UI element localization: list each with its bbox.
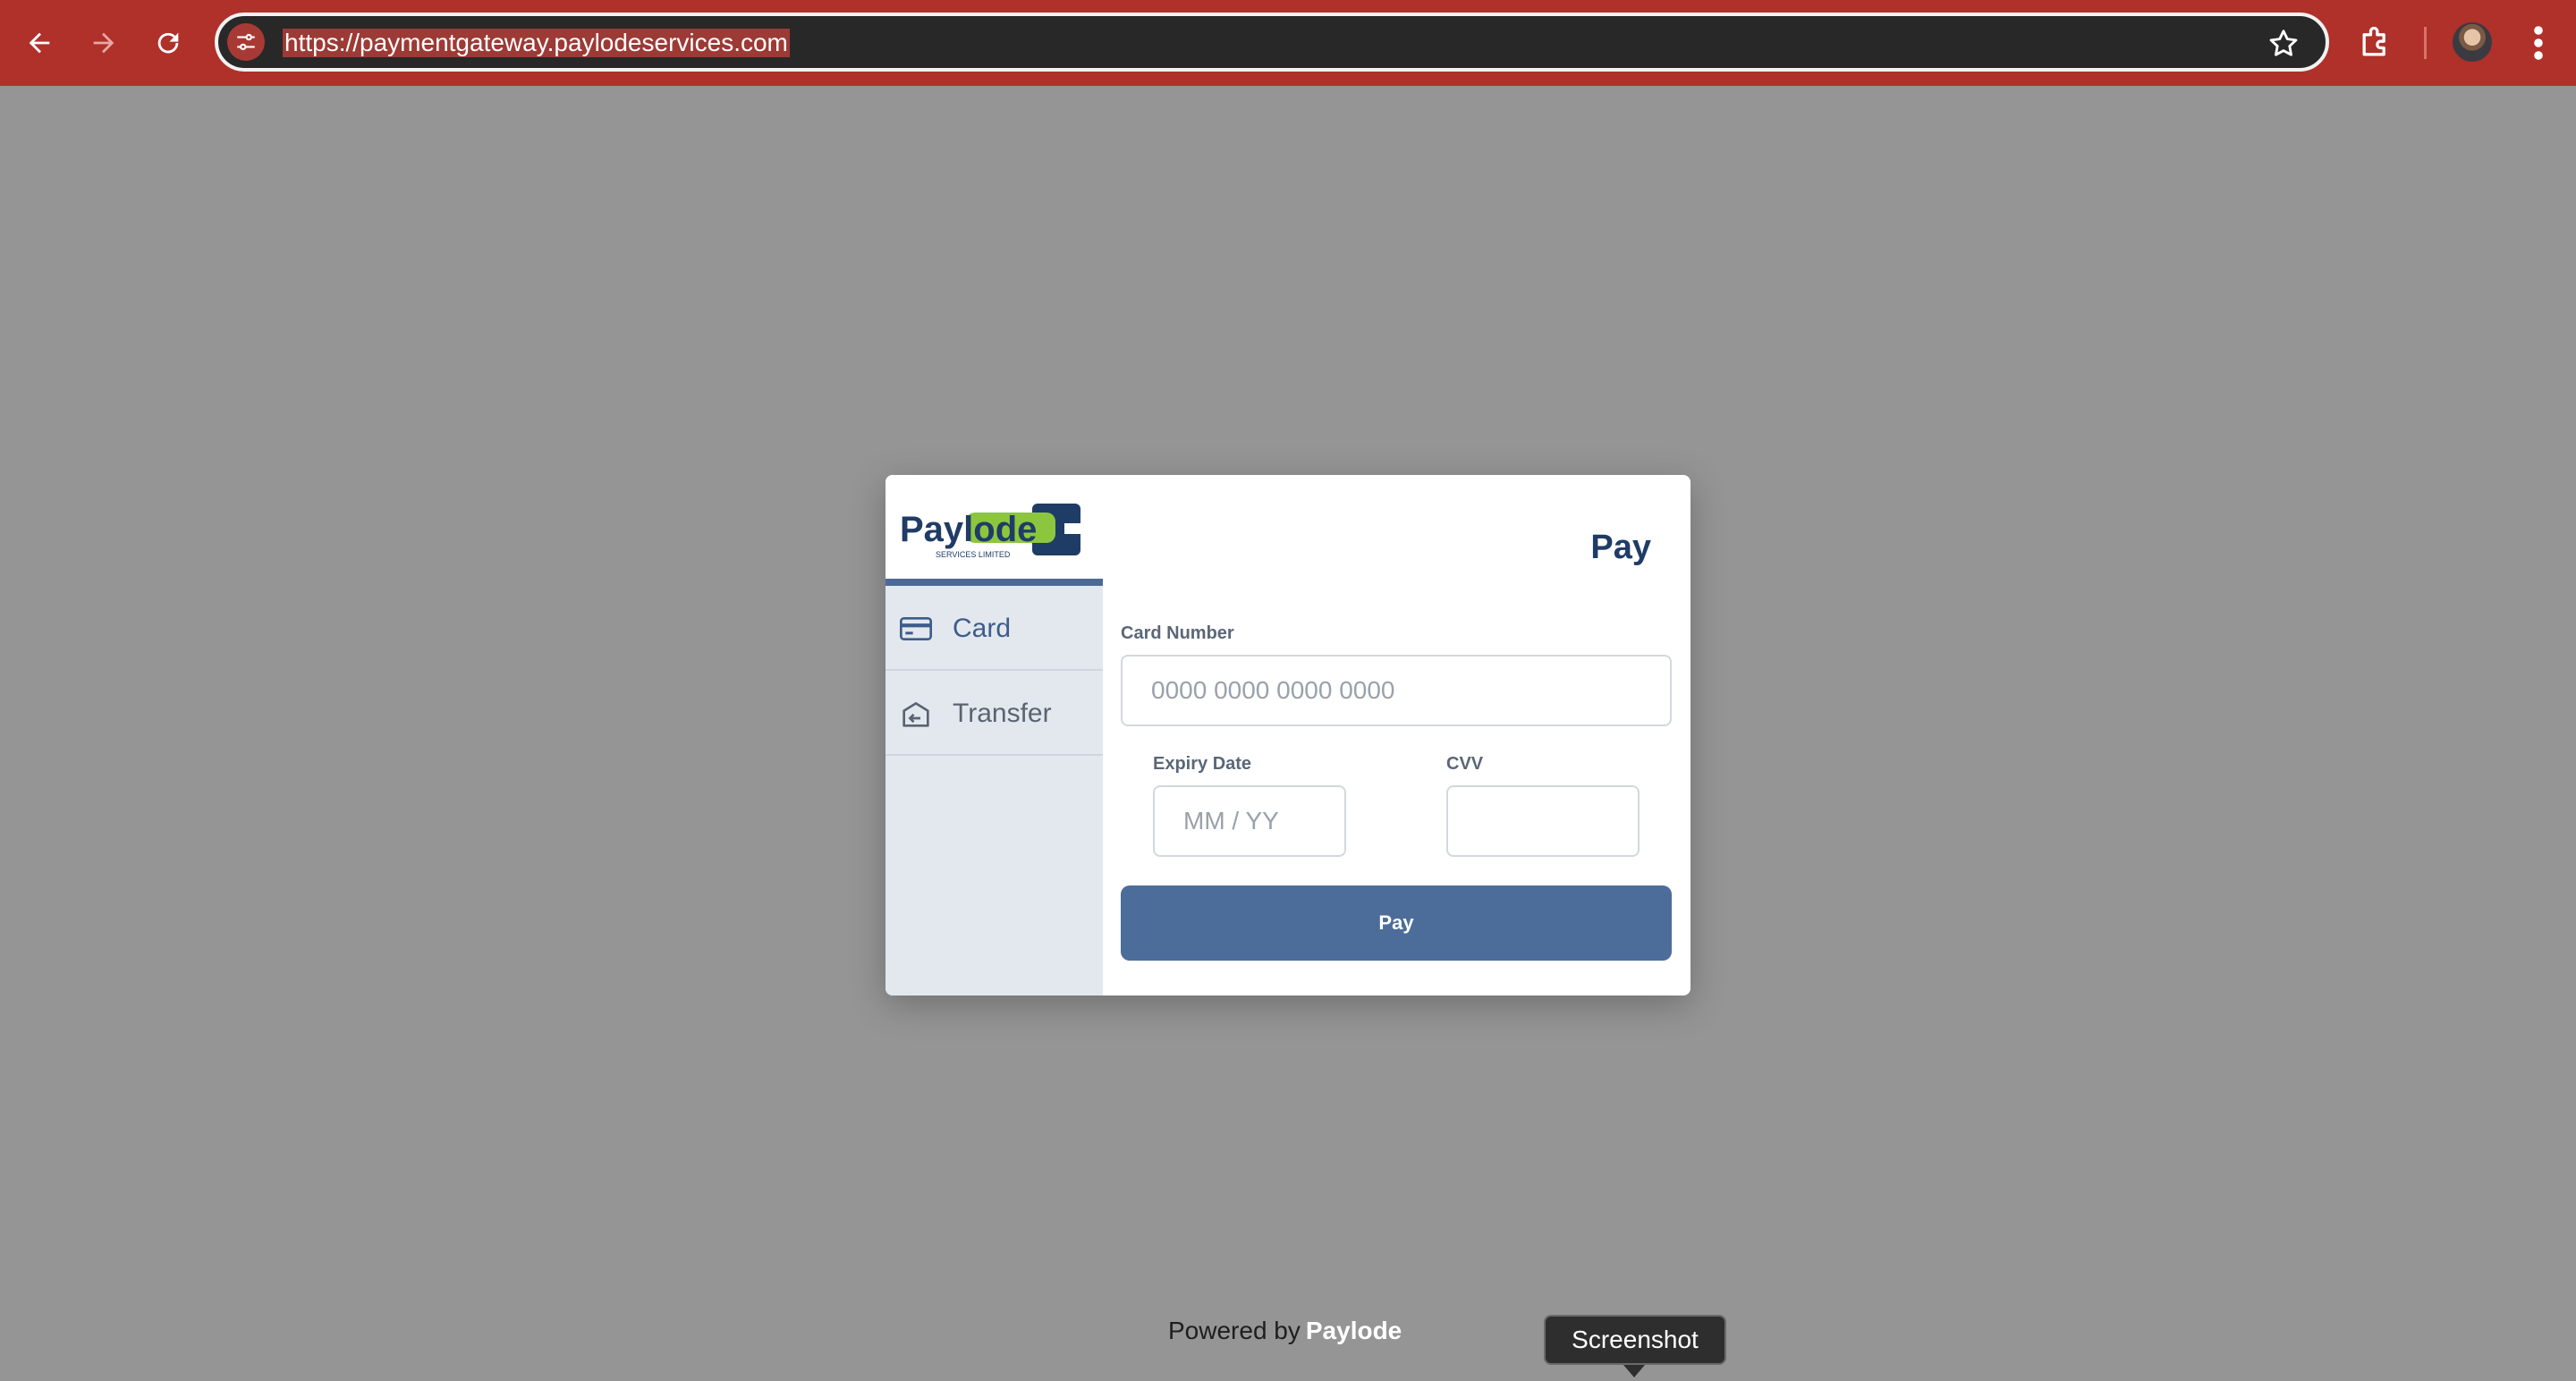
- reload-icon: [157, 32, 179, 54]
- svg-text:Paylode: Paylode: [900, 510, 1037, 549]
- card-number-placeholder: 0000 0000 0000 0000: [1151, 676, 1395, 704]
- url-text[interactable]: https://paymentgateway.paylodeservices.c…: [283, 29, 790, 57]
- star-icon[interactable]: [2267, 27, 2301, 61]
- forward-button[interactable]: [82, 21, 125, 64]
- powered-by-brand: Paylode: [1305, 1317, 1402, 1344]
- cvv-label: CVV: [1446, 754, 1484, 774]
- puzzle-icon[interactable]: [2356, 23, 2395, 63]
- card-number-label: Card Number: [1121, 623, 1234, 643]
- credit-card-icon: [900, 617, 932, 640]
- card-number-input[interactable]: 0000 0000 0000 0000: [1121, 655, 1672, 726]
- profile-avatar[interactable]: [2453, 22, 2492, 62]
- sidebar-item-label: Card: [953, 614, 1012, 643]
- sidebar-item-card[interactable]: Card: [886, 586, 1103, 671]
- powered-by: Powered by Paylode: [1168, 1317, 1402, 1345]
- payment-method-sidebar: Paylode SERVICES LIMITED Card Transfer: [886, 475, 1103, 996]
- bank-transfer-icon: [902, 702, 929, 727]
- arrow-right-icon: [93, 32, 114, 54]
- logo-area: Paylode SERVICES LIMITED: [886, 475, 1103, 586]
- powered-by-prefix: Powered by: [1168, 1317, 1301, 1344]
- svg-text:SERVICES LIMITED: SERVICES LIMITED: [936, 550, 1011, 559]
- expiry-date-placeholder: MM / YY: [1183, 807, 1279, 835]
- kebab-icon[interactable]: [2521, 21, 2556, 64]
- arrow-left-icon: [29, 32, 50, 54]
- sidebar-item-transfer[interactable]: Transfer: [886, 671, 1103, 756]
- back-button[interactable]: [18, 21, 61, 64]
- browser-toolbar: https://paymentgateway.paylodeservices.c…: [0, 0, 2576, 86]
- sidebar-item-label: Transfer: [953, 699, 1052, 728]
- reload-button[interactable]: [147, 21, 190, 64]
- toolbar-divider: [2424, 27, 2427, 59]
- cvv-input[interactable]: [1446, 785, 1640, 857]
- tune-icon: [237, 33, 255, 51]
- address-bar[interactable]: https://paymentgateway.paylodeservices.c…: [215, 13, 2329, 72]
- page-title: Pay: [1590, 529, 1651, 566]
- payment-modal: Paylode SERVICES LIMITED Card Transfer P…: [886, 475, 1690, 996]
- tooltip-arrow: [1623, 1365, 1645, 1377]
- paylode-logo: Paylode SERVICES LIMITED: [900, 504, 1080, 559]
- expiry-date-label: Expiry Date: [1153, 754, 1252, 774]
- pay-button[interactable]: Pay: [1121, 885, 1672, 961]
- site-info-button[interactable]: [227, 23, 265, 61]
- expiry-date-input[interactable]: MM / YY: [1153, 785, 1346, 857]
- screenshot-tooltip: Screenshot: [1544, 1315, 1726, 1365]
